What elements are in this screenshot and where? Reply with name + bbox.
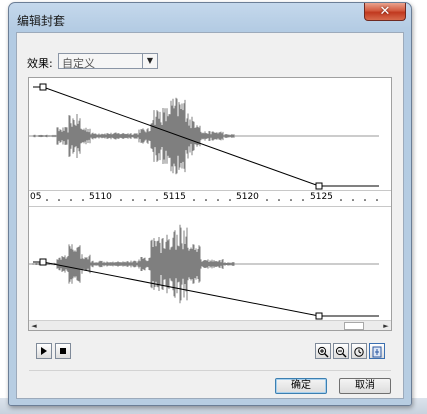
time-ruler: 05 5110 5115 5120 5125 — [29, 190, 391, 207]
envelope-point-start-right[interactable] — [39, 258, 47, 266]
ruler-label: 5125 — [310, 192, 333, 202]
fit-button[interactable] — [369, 343, 385, 359]
close-icon: ✕ — [379, 4, 391, 19]
envelope-editor[interactable]: 05 5110 5115 5120 5125 ◄ ► — [28, 77, 392, 331]
right-channel-waveform[interactable] — [29, 207, 391, 320]
ruler-label: 5115 — [163, 192, 186, 202]
edit-envelope-dialog: 编辑封套 ✕ 效果: 自定义 ▼ 05 5110 5115 5120 5125 … — [8, 2, 412, 406]
zoom-reset-icon — [354, 347, 364, 357]
play-button[interactable] — [36, 343, 52, 359]
envelope-point-end-left[interactable] — [315, 182, 323, 190]
stop-button[interactable] — [55, 343, 71, 359]
ruler-label: 5110 — [89, 192, 112, 202]
play-icon — [41, 347, 47, 355]
ruler-label: 05 — [30, 192, 42, 202]
effect-label: 效果: — [27, 57, 53, 70]
left-channel-waveform[interactable] — [29, 78, 391, 190]
ruler-label: 5120 — [236, 192, 259, 202]
ok-button[interactable]: 确定 — [275, 378, 327, 394]
scroll-thumb[interactable] — [344, 322, 364, 330]
zoom-out-icon — [335, 346, 347, 358]
scroll-left-icon[interactable]: ◄ — [29, 321, 39, 330]
horizontal-scrollbar[interactable]: ◄ ► — [29, 320, 391, 330]
stop-icon — [60, 348, 66, 354]
zoom-in-icon — [317, 346, 329, 358]
scroll-right-icon[interactable]: ► — [381, 321, 391, 330]
close-button[interactable]: ✕ — [364, 3, 406, 21]
envelope-point-start-left[interactable] — [39, 83, 47, 91]
effect-selected-value: 自定义 — [62, 57, 95, 70]
cancel-button[interactable]: 取消 — [339, 378, 391, 394]
zoom-in-button[interactable] — [315, 343, 331, 359]
effect-dropdown[interactable]: 自定义 ▼ — [58, 53, 158, 70]
zoom-reset-button[interactable] — [351, 343, 367, 359]
zoom-out-button[interactable] — [333, 343, 349, 359]
fit-icon — [372, 346, 382, 358]
dialog-client-area: 效果: 自定义 ▼ 05 5110 5115 5120 5125 ◄ ► 确定 … — [16, 32, 404, 399]
separator — [29, 370, 391, 371]
envelope-point-end-right[interactable] — [315, 312, 323, 320]
chevron-down-icon[interactable]: ▼ — [142, 54, 157, 68]
dialog-title: 编辑封套 — [17, 14, 66, 28]
